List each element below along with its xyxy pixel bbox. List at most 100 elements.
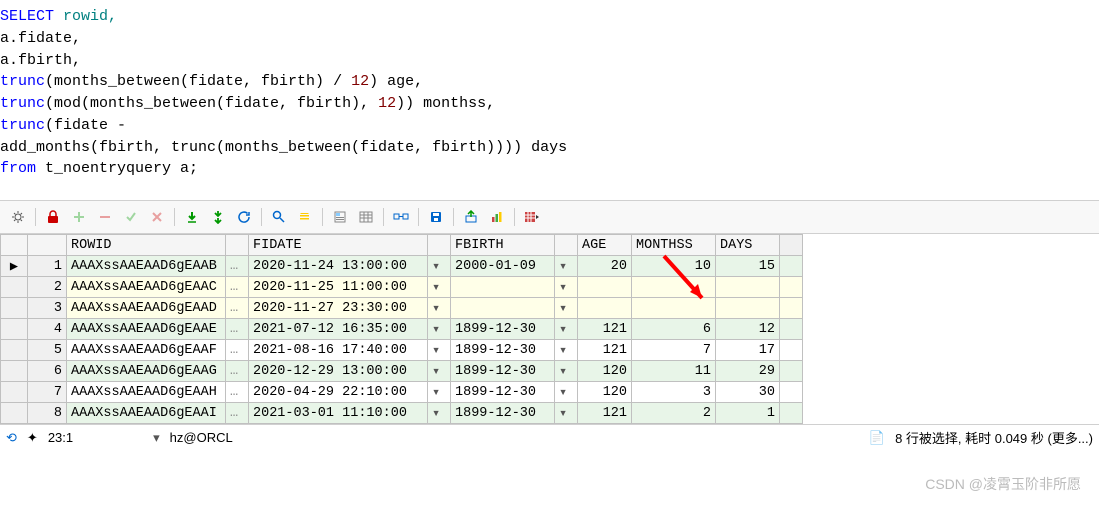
col-monthss[interactable]: MONTHSS [632,235,716,256]
cell-age[interactable] [578,298,632,319]
cell-days[interactable] [716,277,780,298]
cell-days[interactable] [716,298,780,319]
cell-monthss[interactable]: 6 [632,319,716,340]
link-icon[interactable] [389,205,413,229]
single-record-icon[interactable] [328,205,352,229]
chart-icon[interactable] [485,205,509,229]
cell-rowid[interactable]: AAAXssAAEAAD6gEAAH [67,382,226,403]
fetch-next-icon[interactable] [180,205,204,229]
cell-days[interactable]: 15 [716,256,780,277]
col-days[interactable]: DAYS [716,235,780,256]
cell-ellipsis-btn[interactable]: … [226,319,249,340]
cell-days[interactable]: 1 [716,403,780,424]
table-row[interactable]: 4AAAXssAAEAAD6gEAAE…2021-07-12 16:35:00▾… [1,319,803,340]
result-grid[interactable]: ROWID FIDATE FBIRTH AGE MONTHSS DAYS ▶1A… [0,234,1099,424]
cell-days[interactable]: 17 [716,340,780,361]
cell-dropdown-btn[interactable]: ▾ [555,319,578,340]
cell-dropdown-btn[interactable]: ▾ [555,298,578,319]
col-fidate-btn[interactable] [428,235,451,256]
col-fbirth[interactable]: FBIRTH [451,235,555,256]
cell-fidate[interactable]: 2020-11-24 13:00:00 [249,256,428,277]
refresh-icon[interactable] [232,205,256,229]
conn-dd[interactable]: ▾ [153,430,160,446]
cell-days[interactable]: 12 [716,319,780,340]
cell-age[interactable]: 120 [578,361,632,382]
cell-age[interactable]: 121 [578,340,632,361]
find-icon[interactable] [267,205,291,229]
cell-fidate[interactable]: 2020-04-29 22:10:00 [249,382,428,403]
cell-monthss[interactable]: 10 [632,256,716,277]
cell-fidate[interactable]: 2020-12-29 13:00:00 [249,361,428,382]
bookmark-icon[interactable]: ✦ [27,430,38,446]
cell-ellipsis-btn[interactable]: … [226,382,249,403]
cell-ellipsis-btn[interactable]: … [226,361,249,382]
cell-fidate[interactable]: 2020-11-25 11:00:00 [249,277,428,298]
cell-monthss[interactable] [632,298,716,319]
delete-row-icon[interactable] [93,205,117,229]
cell-dropdown-btn[interactable]: ▾ [555,256,578,277]
table-row[interactable]: 8AAAXssAAEAAD6gEAAI…2021-03-01 11:10:00▾… [1,403,803,424]
cell-dropdown-btn[interactable]: ▾ [555,382,578,403]
cell-fbirth[interactable]: 2000-01-09 [451,256,555,277]
table-row[interactable]: 6AAAXssAAEAAD6gEAAG…2020-12-29 13:00:00▾… [1,361,803,382]
gear-icon[interactable] [6,205,30,229]
table-row[interactable]: 5AAAXssAAEAAD6gEAAF…2021-08-16 17:40:00▾… [1,340,803,361]
sql-editor[interactable]: SELECT rowid, a.fidate, a.fbirth, trunc(… [0,0,1099,200]
col-fbirth-btn[interactable] [555,235,578,256]
cell-dropdown-btn[interactable]: ▾ [428,277,451,298]
cell-fbirth[interactable]: 1899-12-30 [451,361,555,382]
cell-age[interactable]: 20 [578,256,632,277]
post-icon[interactable] [119,205,143,229]
table-row[interactable]: ▶1AAAXssAAEAAD6gEAAB…2020-11-24 13:00:00… [1,256,803,277]
cell-rowid[interactable]: AAAXssAAEAAD6gEAAG [67,361,226,382]
cell-dropdown-btn[interactable]: ▾ [428,382,451,403]
cell-rowid[interactable]: AAAXssAAEAAD6gEAAE [67,319,226,340]
cell-days[interactable]: 30 [716,382,780,403]
cell-fbirth[interactable]: 1899-12-30 [451,403,555,424]
cell-dropdown-btn[interactable]: ▾ [555,340,578,361]
cell-age[interactable] [578,277,632,298]
add-row-icon[interactable] [67,205,91,229]
cell-dropdown-btn[interactable]: ▾ [428,256,451,277]
cell-monthss[interactable]: 2 [632,403,716,424]
cell-monthss[interactable] [632,277,716,298]
cell-monthss[interactable]: 3 [632,382,716,403]
cancel-icon[interactable] [145,205,169,229]
cell-rowid[interactable]: AAAXssAAEAAD6gEAAB [67,256,226,277]
cell-dropdown-btn[interactable]: ▾ [555,361,578,382]
table-row[interactable]: 7AAAXssAAEAAD6gEAAH…2020-04-29 22:10:00▾… [1,382,803,403]
cell-dropdown-btn[interactable]: ▾ [428,403,451,424]
table-row[interactable]: 2AAAXssAAEAAD6gEAAC…2020-11-25 11:00:00▾… [1,277,803,298]
save-icon[interactable] [424,205,448,229]
col-age[interactable]: AGE [578,235,632,256]
fetch-all-icon[interactable] [206,205,230,229]
col-rowid[interactable]: ROWID [67,235,226,256]
cell-fbirth[interactable] [451,298,555,319]
cell-fbirth[interactable]: 1899-12-30 [451,319,555,340]
cell-rowid[interactable]: AAAXssAAEAAD6gEAAF [67,340,226,361]
cell-fidate[interactable]: 2020-11-27 23:30:00 [249,298,428,319]
cell-dropdown-btn[interactable]: ▾ [428,361,451,382]
cell-ellipsis-btn[interactable]: … [226,256,249,277]
cell-fidate[interactable]: 2021-03-01 11:10:00 [249,403,428,424]
multi-record-icon[interactable] [354,205,378,229]
cell-ellipsis-btn[interactable]: … [226,403,249,424]
col-rowid-btn[interactable] [226,235,249,256]
cell-monthss[interactable]: 7 [632,340,716,361]
cell-rowid[interactable]: AAAXssAAEAAD6gEAAI [67,403,226,424]
cell-fidate[interactable]: 2021-07-12 16:35:00 [249,319,428,340]
export-icon[interactable] [459,205,483,229]
cell-dropdown-btn[interactable]: ▾ [555,403,578,424]
cell-age[interactable]: 121 [578,403,632,424]
cell-dropdown-btn[interactable]: ▾ [555,277,578,298]
cell-rowid[interactable]: AAAXssAAEAAD6gEAAD [67,298,226,319]
cell-ellipsis-btn[interactable]: … [226,340,249,361]
table-row[interactable]: 3AAAXssAAEAAD6gEAAD…2020-11-27 23:30:00▾… [1,298,803,319]
cell-fbirth[interactable]: 1899-12-30 [451,382,555,403]
grid-config-icon[interactable] [520,205,544,229]
cell-ellipsis-btn[interactable]: … [226,277,249,298]
cell-dropdown-btn[interactable]: ▾ [428,319,451,340]
cell-age[interactable]: 120 [578,382,632,403]
nav-first-icon[interactable]: ⟲ [6,430,17,446]
cell-age[interactable]: 121 [578,319,632,340]
